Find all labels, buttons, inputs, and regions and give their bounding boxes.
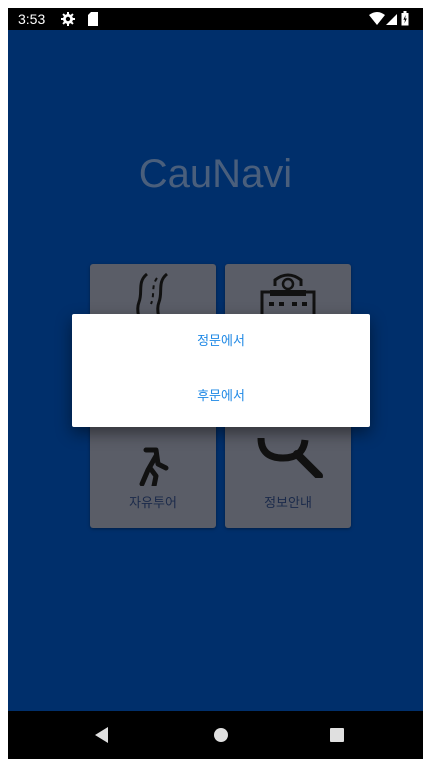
gear-icon: [60, 11, 76, 31]
signal-icon: [386, 11, 398, 30]
recents-icon[interactable]: [330, 727, 344, 746]
home-icon[interactable]: [213, 727, 229, 747]
sd-card-icon: [87, 11, 99, 31]
app-title: CauNavi: [138, 152, 293, 196]
back-icon[interactable]: [95, 727, 109, 747]
battery-icon: [401, 11, 409, 30]
wifi-icon: [369, 11, 385, 30]
status-time: 3:53: [18, 11, 46, 27]
start-location-dialog: 정문에서 후문에서: [72, 314, 370, 427]
magnifier-icon: [253, 420, 323, 482]
status-bar: 3:53: [8, 8, 423, 30]
walking-person-icon: [136, 446, 170, 490]
phone-screen: 3:53 CauNavi 자유투어 정보안내 정문에서 후문에서: [8, 8, 423, 759]
tile-label-free-tour: 자유투어: [129, 496, 177, 511]
option-main-gate[interactable]: 정문에서: [72, 317, 370, 367]
info-guide-tile[interactable]: 정보안내: [225, 410, 351, 528]
tile-label-info: 정보안내: [264, 496, 312, 511]
option-back-gate[interactable]: 후문에서: [72, 372, 370, 422]
free-tour-tile[interactable]: 자유투어: [90, 410, 216, 528]
navigation-bar: [8, 711, 423, 759]
